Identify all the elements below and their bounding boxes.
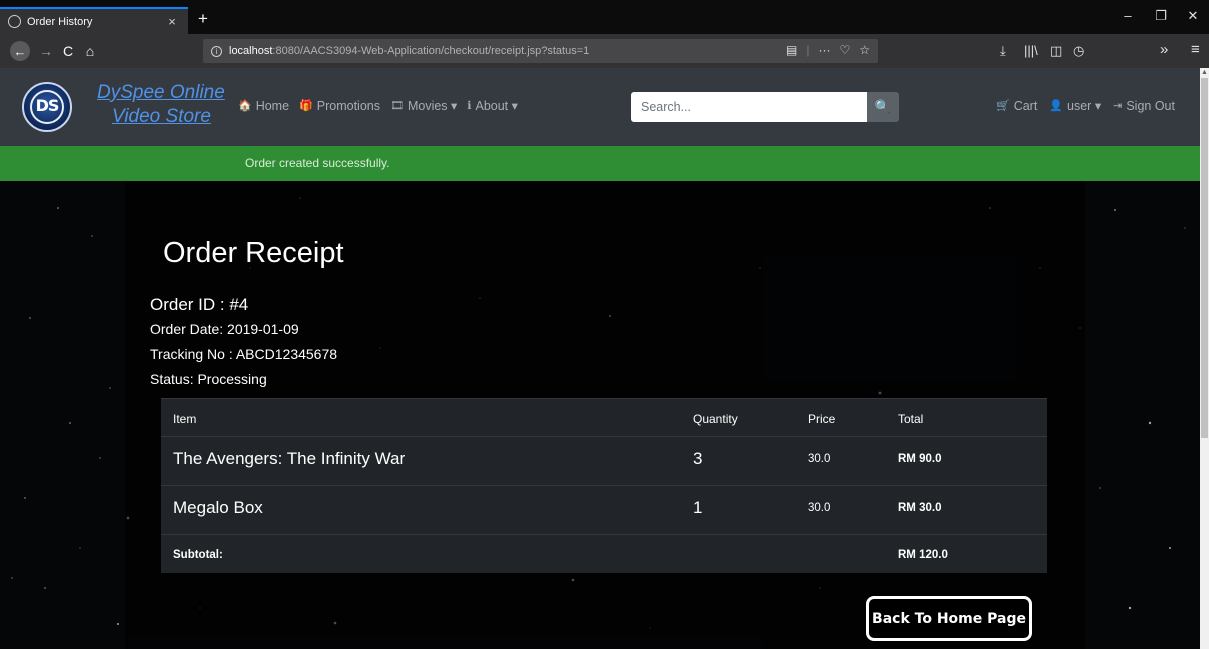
- minimize-button[interactable]: –: [1115, 8, 1141, 23]
- info-icon[interactable]: i: [211, 45, 222, 57]
- user-icon: 👤: [1049, 100, 1064, 112]
- table-row: The Avengers: The Infinity War 3 30.0 RM…: [161, 436, 1047, 486]
- film-icon: 🎞: [389, 100, 404, 112]
- page-scrollbar[interactable]: ▲: [1200, 68, 1209, 649]
- sidebar-icon[interactable]: ◫: [1050, 43, 1062, 59]
- nav-movies-dropdown[interactable]: 🎞 Movies ▾: [390, 98, 457, 113]
- header-quantity: Quantity: [681, 398, 796, 437]
- cart-icon: 🛒: [996, 100, 1010, 112]
- pocket-icon[interactable]: ♡: [839, 43, 850, 57]
- globe-icon: [8, 15, 21, 28]
- scroll-up-icon[interactable]: ▲: [1201, 69, 1208, 77]
- search-button[interactable]: 🔍: [867, 92, 899, 122]
- subtotal-row: Subtotal: RM 120.0: [161, 534, 1047, 573]
- reload-button[interactable]: C: [58, 41, 78, 61]
- nav-home[interactable]: 🏠 Home: [238, 98, 289, 113]
- header-price: Price: [796, 398, 886, 437]
- address-bar[interactable]: i localhost:8080/AACS3094-Web-Applicatio…: [203, 39, 878, 63]
- nav-promotions[interactable]: 🎁 Promotions: [299, 98, 380, 113]
- history-icon[interactable]: ◷: [1073, 43, 1084, 59]
- cell-item: Megalo Box: [161, 485, 681, 535]
- order-items-table: Item Quantity Price Total The Avengers: …: [161, 398, 1047, 573]
- table-header-row: Item Quantity Price Total: [161, 398, 1047, 437]
- page-actions-icon[interactable]: ···: [818, 43, 830, 57]
- cell-quantity: 3: [681, 436, 796, 486]
- alert-message: Order created successfully.: [245, 156, 390, 170]
- info-circle-icon: ℹ: [467, 100, 472, 112]
- sign-out-icon: ⇥: [1113, 100, 1123, 112]
- header-total: Total: [886, 398, 1047, 437]
- library-icon[interactable]: |||\: [1024, 43, 1038, 58]
- nav-cart[interactable]: 🛒 Cart: [996, 98, 1037, 113]
- new-tab-button[interactable]: +: [192, 8, 214, 30]
- download-icon[interactable]: ⤓: [1000, 43, 1006, 59]
- nav-sign-out[interactable]: ⇥ Sign Out: [1113, 98, 1175, 113]
- order-status: Status: Processing: [150, 371, 267, 387]
- success-alert: Order created successfully.: [0, 146, 1200, 181]
- order-id: Order ID : #4: [150, 295, 249, 314]
- site-navbar: DS DySpee Online Video Store 🏠 Home 🎁 Prom…: [0, 68, 1200, 146]
- main-nav: 🏠 Home 🎁 Promotions 🎞 Movies ▾ ℹ About ▾: [238, 98, 518, 114]
- home-button[interactable]: ⌂: [80, 41, 100, 61]
- web-page: DS DySpee Online Video Store 🏠 Home 🎁 Prom…: [0, 68, 1200, 649]
- cell-quantity: 1: [681, 485, 796, 535]
- subtotal-label: Subtotal:: [161, 534, 886, 573]
- brand-name-line2[interactable]: Video Store: [112, 106, 211, 128]
- tab-strip: Order History × + – ❐ ✕: [0, 0, 1209, 34]
- window-close-button[interactable]: ✕: [1180, 8, 1206, 24]
- nav-about-dropdown[interactable]: ℹ About ▾: [467, 98, 518, 113]
- order-date: Order Date: 2019-01-09: [150, 321, 299, 337]
- tab-order-history[interactable]: Order History ×: [0, 7, 188, 34]
- header-item: Item: [161, 398, 681, 437]
- cell-price: 30.0: [796, 485, 886, 535]
- table-row: Megalo Box 1 30.0 RM 30.0: [161, 485, 1047, 535]
- scrollbar-thumb[interactable]: [1201, 78, 1208, 438]
- gift-icon: 🎁: [299, 100, 313, 112]
- tracking-number: Tracking No : ABCD12345678: [150, 346, 338, 362]
- cell-price: 30.0: [796, 436, 886, 486]
- cell-item: The Avengers: The Infinity War: [161, 436, 681, 486]
- search-input[interactable]: [631, 92, 869, 122]
- back-button[interactable]: ←: [10, 41, 30, 61]
- cell-total: RM 30.0: [886, 485, 1047, 535]
- forward-button[interactable]: →: [36, 41, 56, 61]
- cell-total: RM 90.0: [886, 436, 1047, 486]
- home-icon: 🏠: [238, 100, 252, 112]
- site-logo[interactable]: DS: [22, 82, 72, 132]
- overflow-icon[interactable]: »: [1160, 41, 1168, 58]
- page-title: Order Receipt: [163, 237, 344, 269]
- logo-text: DS: [35, 96, 60, 115]
- brand-name-line1[interactable]: DySpee Online: [97, 82, 225, 104]
- back-to-home-button[interactable]: Back To Home Page: [866, 596, 1032, 641]
- nav-user-dropdown[interactable]: 👤 user ▾: [1049, 98, 1101, 113]
- close-tab-icon[interactable]: ×: [164, 14, 180, 29]
- subtotal-value: RM 120.0: [886, 534, 1047, 573]
- bookmark-star-icon[interactable]: ☆: [859, 43, 870, 57]
- reader-view-icon[interactable]: ▤: [786, 43, 797, 57]
- user-nav: 🛒 Cart 👤 user ▾ ⇥ Sign Out: [996, 98, 1175, 114]
- browser-toolbar: ← → C ⌂ i localhost:8080/AACS3094-Web-Ap…: [0, 34, 1209, 68]
- search-icon: 🔍: [874, 99, 892, 114]
- url-text: localhost:8080/AACS3094-Web-Application/…: [229, 45, 590, 57]
- restore-button[interactable]: ❐: [1148, 8, 1174, 24]
- tab-title: Order History: [27, 15, 93, 28]
- menu-icon[interactable]: ≡: [1191, 41, 1200, 58]
- url-action-icons: ▤ | ··· ♡ ☆: [786, 43, 870, 57]
- browser-window: Order History × + – ❐ ✕ ← → C ⌂ i localh…: [0, 0, 1209, 649]
